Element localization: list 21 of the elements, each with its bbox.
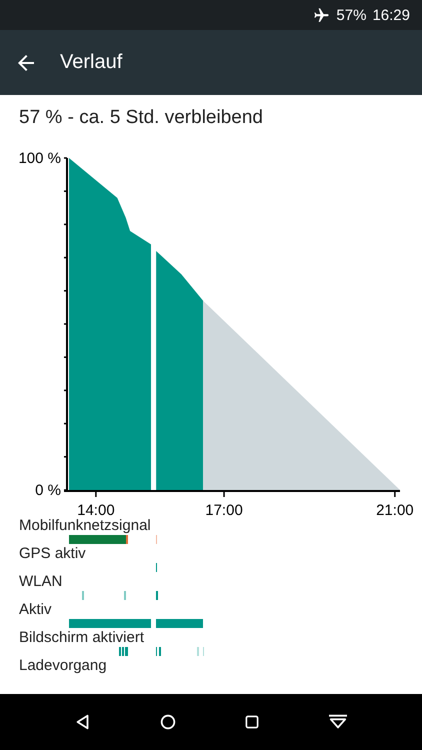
track-label: Aktiv xyxy=(18,601,53,619)
circle-home-icon xyxy=(158,713,176,731)
triangle-back-icon xyxy=(74,713,92,731)
track-label: Mobilfunknetzsignal xyxy=(18,517,152,535)
track-label: Bildschirm aktiviert xyxy=(18,629,146,647)
battery-percent: 57% xyxy=(336,6,366,24)
battery-summary: 57 % - ca. 5 Std. verbleibend xyxy=(18,106,264,130)
clock: 16:29 xyxy=(372,6,410,24)
screen-title: Verlauf xyxy=(60,51,122,74)
track-label: WLAN xyxy=(18,573,64,591)
y-tick-label: 0 % xyxy=(35,482,61,499)
square-recents-icon xyxy=(244,714,260,730)
x-tick-label: 17:00 xyxy=(205,502,243,519)
activity-bar xyxy=(156,591,158,600)
activity-bar xyxy=(156,619,204,628)
track-label: GPS aktiv xyxy=(18,545,87,563)
y-tick-label: 100 % xyxy=(18,150,61,167)
airplane-icon xyxy=(313,6,330,24)
x-tick-label: 14:00 xyxy=(77,502,115,519)
x-tick-label: 21:00 xyxy=(376,502,414,519)
track-label: Ladevorgang xyxy=(18,657,108,675)
